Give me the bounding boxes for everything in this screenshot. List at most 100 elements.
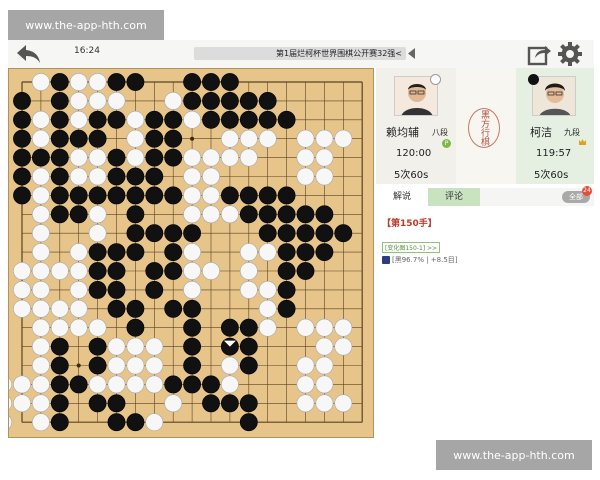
white-stone bbox=[9, 377, 12, 392]
white-stone bbox=[220, 205, 239, 224]
black-stone bbox=[183, 224, 202, 243]
black-stone bbox=[126, 167, 145, 186]
white-stone bbox=[315, 167, 334, 186]
tab-explain[interactable]: 解说 bbox=[376, 188, 428, 206]
black-stone bbox=[183, 299, 202, 318]
black-stone bbox=[107, 243, 126, 262]
white-stone bbox=[88, 91, 107, 110]
black-stone bbox=[88, 110, 107, 129]
white-stone bbox=[88, 375, 107, 394]
black-stone bbox=[50, 91, 69, 110]
black-stone bbox=[88, 356, 107, 375]
black-stone bbox=[220, 73, 239, 91]
go-board[interactable] bbox=[8, 68, 374, 438]
white-stone bbox=[220, 375, 239, 394]
white-stone bbox=[31, 356, 50, 375]
black-stone bbox=[164, 110, 183, 129]
white-stone bbox=[183, 280, 202, 299]
black-stone bbox=[126, 318, 145, 337]
black-stone bbox=[88, 262, 107, 280]
black-stone bbox=[88, 243, 107, 262]
variation-link[interactable]: [变化图150-1] >> bbox=[382, 242, 441, 253]
white-stone bbox=[31, 262, 50, 280]
go-board-grid[interactable] bbox=[9, 69, 375, 439]
black-stone bbox=[258, 224, 277, 243]
black-stone bbox=[183, 375, 202, 394]
white-stone bbox=[31, 205, 50, 224]
black-stone bbox=[183, 337, 202, 356]
white-stone bbox=[31, 110, 50, 129]
white-stone bbox=[202, 186, 220, 205]
white-stone bbox=[69, 299, 88, 318]
settings-gear-icon[interactable] bbox=[556, 40, 584, 68]
back-arrow-icon[interactable] bbox=[14, 42, 42, 66]
white-stone bbox=[239, 262, 258, 280]
white-stone bbox=[69, 167, 88, 186]
black-stone bbox=[13, 110, 31, 129]
black-stone bbox=[220, 394, 239, 413]
black-stone bbox=[107, 413, 126, 432]
black-stone bbox=[50, 375, 69, 394]
black-stone bbox=[126, 73, 145, 91]
black-stone bbox=[13, 148, 31, 167]
white-stone bbox=[107, 337, 126, 356]
white-stone bbox=[220, 148, 239, 167]
tab-comments[interactable]: 评论 bbox=[428, 188, 480, 206]
black-stone bbox=[145, 129, 164, 148]
white-stone bbox=[88, 167, 107, 186]
white-stone bbox=[31, 186, 50, 205]
black-stone bbox=[202, 91, 220, 110]
white-stone bbox=[50, 299, 69, 318]
black-stone bbox=[107, 262, 126, 280]
white-stone bbox=[31, 167, 50, 186]
white-stone bbox=[202, 167, 220, 186]
white-stone bbox=[315, 375, 334, 394]
black-stone bbox=[50, 148, 69, 167]
player-card-black[interactable]: 柯洁 九段 119:57 5次60s bbox=[516, 68, 594, 184]
black-stone bbox=[202, 375, 220, 394]
player-rank-white: 八段 bbox=[432, 128, 448, 137]
black-stone bbox=[88, 129, 107, 148]
share-icon[interactable] bbox=[526, 41, 552, 67]
black-stone bbox=[239, 91, 258, 110]
white-stone bbox=[183, 262, 202, 280]
black-stone bbox=[50, 186, 69, 205]
white-stone bbox=[315, 394, 334, 413]
white-stone bbox=[31, 280, 50, 299]
black-stone bbox=[258, 110, 277, 129]
black-stone bbox=[145, 280, 164, 299]
player-time-black: 119:57 bbox=[536, 148, 572, 159]
white-stone bbox=[69, 262, 88, 280]
black-stone bbox=[258, 186, 277, 205]
black-stone bbox=[88, 337, 107, 356]
white-stone bbox=[296, 148, 315, 167]
black-stone bbox=[145, 110, 164, 129]
black-stone bbox=[145, 148, 164, 167]
black-stone bbox=[145, 224, 164, 243]
white-stone bbox=[88, 205, 107, 224]
white-stone bbox=[315, 356, 334, 375]
white-stone bbox=[69, 91, 88, 110]
white-stone bbox=[296, 318, 315, 337]
black-stone bbox=[239, 356, 258, 375]
black-stone bbox=[164, 375, 183, 394]
white-stone bbox=[145, 356, 164, 375]
player-card-white[interactable]: 赖均辅 八段 P 120:00 5次60s bbox=[376, 68, 456, 184]
white-stone bbox=[13, 375, 31, 394]
black-stone bbox=[107, 394, 126, 413]
white-stone bbox=[239, 148, 258, 167]
player-time-white: 120:00 bbox=[396, 148, 432, 159]
speaker-icon[interactable] bbox=[406, 47, 416, 60]
white-stone bbox=[107, 91, 126, 110]
player-rank-black: 九段 bbox=[564, 128, 580, 137]
black-stone bbox=[258, 91, 277, 110]
black-stone bbox=[107, 186, 126, 205]
white-stone bbox=[258, 129, 277, 148]
black-stone bbox=[107, 148, 126, 167]
white-stone bbox=[31, 129, 50, 148]
white-stone bbox=[239, 280, 258, 299]
black-stone bbox=[296, 224, 315, 243]
black-stone bbox=[277, 186, 296, 205]
player-byoyomi-black: 5次60s bbox=[534, 170, 569, 181]
black-stone bbox=[13, 91, 31, 110]
